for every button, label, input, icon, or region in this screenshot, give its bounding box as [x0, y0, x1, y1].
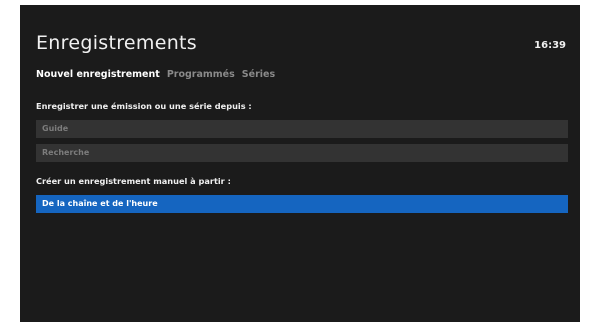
channel-and-time-option[interactable]: De la chaîne et de l'heure — [36, 195, 568, 213]
clock: 16:39 — [534, 40, 566, 51]
tab-bar: Nouvel enregistrement Programmés Séries — [36, 69, 275, 80]
tab-new-recording[interactable]: Nouvel enregistrement — [36, 69, 160, 80]
page-title: Enregistrements — [36, 32, 197, 54]
record-from-heading: Enregistrer une émission ou une série de… — [36, 101, 252, 111]
recordings-screen: Enregistrements 16:39 Nouvel enregistrem… — [20, 5, 580, 322]
tab-scheduled[interactable]: Programmés — [167, 69, 235, 80]
manual-recording-heading: Créer un enregistrement manuel à partir … — [36, 176, 231, 186]
tab-series[interactable]: Séries — [242, 69, 275, 80]
search-option[interactable]: Recherche — [36, 144, 568, 162]
guide-option[interactable]: Guide — [36, 120, 568, 138]
